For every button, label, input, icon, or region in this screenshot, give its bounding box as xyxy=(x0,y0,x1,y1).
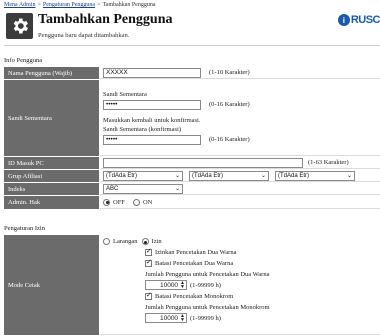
confirm-password-input[interactable]: ••••• xyxy=(103,134,201,145)
section-title-permissions: Pengaturan Izin xyxy=(4,225,45,232)
spinner-arrows-icon[interactable]: ▲ ▼ xyxy=(180,314,185,323)
password-label: Sandi Sementara xyxy=(4,80,100,156)
admin-on-radio[interactable]: ON xyxy=(132,198,153,206)
username-cell: XXXXX (1-10 Karakter) xyxy=(100,67,380,79)
mono-count-caption: Jumlah Pengguna untuk Pencetakan Monokro… xyxy=(145,304,270,311)
pc-id-label: ID Masuk PC xyxy=(4,157,100,169)
password-hint: (0-16 Karakter) xyxy=(209,101,250,108)
confirm-note: Masukkan kembali untuk konfirmasi. xyxy=(103,116,201,124)
username-label: Nama Pengguna (Wajib) xyxy=(4,67,100,79)
checkbox-checked-icon xyxy=(145,258,152,267)
radio-selected-icon xyxy=(141,238,149,245)
group-select-3[interactable]: (TdAda Etr) ⌄ xyxy=(275,170,355,181)
breadcrumb-separator: > xyxy=(97,2,101,8)
mono-count-line: 10000 ▲ ▼ (1-99999 h) xyxy=(103,313,221,323)
permission-table: Mode Cetak Larangan Izin Izinkan Penceta… xyxy=(4,235,380,336)
group-cell: (TdAda Etr) ⌄ (TdAda Etr) ⌄ (TdAda Etr) ⌄ xyxy=(100,170,380,182)
chevron-down-icon: ⌄ xyxy=(260,173,266,179)
confirm-caption: Sandi Sementara (konfirmasi) xyxy=(103,125,181,133)
radio-unselected-icon xyxy=(103,238,110,245)
allow-duo-label: Izinkan Pencetakan Dua Warna xyxy=(155,249,237,256)
password-cell: Sandi Sementara ••••• (0-16 Karakter) Ma… xyxy=(100,80,380,156)
duo-count-stepper[interactable]: 10000 ▲ ▼ xyxy=(145,280,187,290)
row-print-mode: Mode Cetak Larangan Izin Izinkan Penceta… xyxy=(4,235,380,336)
mono-count-value: 10000 xyxy=(159,314,179,322)
group-select-3-value: (TdAda Etr) xyxy=(278,172,310,179)
allow-duo-option[interactable]: Izinkan Pencetakan Dua Warna xyxy=(103,247,237,256)
admin-on-label: ON xyxy=(142,198,153,206)
group-select-2[interactable]: (TdAda Etr) ⌄ xyxy=(189,170,269,181)
index-select[interactable]: ABC ⌄ xyxy=(103,183,183,194)
print-mode-cell: Larangan Izin Izinkan Pencetakan Dua War… xyxy=(100,235,380,335)
row-password: Sandi Sementara Sandi Sementara ••••• (0… xyxy=(4,80,380,157)
gear-icon xyxy=(6,13,33,39)
section-title-info: Info Pengguna xyxy=(4,57,43,64)
allow-label: Izin xyxy=(151,238,162,245)
page-title: Tambahkan Pengguna xyxy=(38,12,173,27)
password-line: ••••• (0-16 Karakter) xyxy=(103,99,250,110)
duo-count-hint: (1-99999 h) xyxy=(190,281,221,289)
password-input[interactable]: ••••• xyxy=(103,99,201,110)
brand-mark-icon: i xyxy=(337,14,350,26)
chevron-down-icon: ⌄ xyxy=(174,186,180,192)
username-input[interactable]: XXXXX xyxy=(103,67,201,78)
mono-count-stepper[interactable]: 10000 ▲ ▼ xyxy=(145,313,187,323)
limit-mono-label: Batasi Pencetakan Monokrom xyxy=(155,293,234,300)
mono-count-hint: (1-99999 h) xyxy=(190,314,221,322)
pc-id-cell: (1-63 Karakter) xyxy=(100,157,380,169)
password-caption: Sandi Sementara xyxy=(103,90,147,98)
chevron-down-icon: ⌄ xyxy=(346,173,352,179)
admin-cell: OFF ON xyxy=(100,196,380,209)
breadcrumb: Mena Admin > Pengaturan Pengguna > Tambahkan… xyxy=(4,2,156,8)
pc-id-input[interactable] xyxy=(103,157,303,168)
group-select-1-value: (TdAda Etr) xyxy=(106,172,138,179)
breadcrumb-current: Tambahkan Pengguna xyxy=(102,2,156,8)
limit-duo-option[interactable]: Batasi Pencetakan Dua Warna xyxy=(103,258,234,267)
group-select-2-value: (TdAda Etr) xyxy=(192,172,224,179)
index-cell: ABC ⌄ xyxy=(100,183,380,195)
breadcrumb-link-user-settings[interactable]: Pengaturan Pengguna xyxy=(43,2,95,8)
restrict-radio[interactable]: Larangan xyxy=(103,238,138,245)
checkbox-checked-icon xyxy=(145,247,152,256)
brand-text: RUSC xyxy=(350,14,380,26)
username-hint: (1-10 Karakter) xyxy=(209,69,250,76)
admin-off-radio[interactable]: OFF xyxy=(103,198,125,206)
duo-count-caption: Jumlah Pengguna untuk Pencetakan Dua War… xyxy=(145,271,270,278)
radio-unselected-icon xyxy=(132,198,140,206)
print-mode-radios: Larangan Izin xyxy=(103,238,170,245)
admin-label: Admin. Hak xyxy=(4,196,100,209)
row-username: Nama Pengguna (Wajib) XXXXX (1-10 Karakt… xyxy=(4,67,380,80)
page-subtitle: Pengguna baru dapat ditambahkan. xyxy=(38,32,130,39)
print-mode-label: Mode Cetak xyxy=(4,235,100,335)
breadcrumb-link-admin[interactable]: Mena Admin xyxy=(4,2,36,8)
user-info-table: Nama Pengguna (Wajib) XXXXX (1-10 Karakt… xyxy=(4,67,380,210)
admin-off-label: OFF xyxy=(113,198,125,206)
brand-logo: i RUSC xyxy=(337,13,380,27)
index-label: Indeks xyxy=(4,183,100,195)
radio-selected-icon xyxy=(103,198,110,206)
chevron-down-icon: ⌄ xyxy=(174,173,180,179)
confirm-line: ••••• (0-16 Karakter) xyxy=(103,134,250,145)
row-index: Indeks ABC ⌄ xyxy=(4,183,380,196)
duo-count-value: 10000 xyxy=(159,281,179,289)
row-admin: Admin. Hak OFF ON xyxy=(4,196,380,210)
confirm-hint: (0-16 Karakter) xyxy=(209,136,250,143)
restrict-label: Larangan xyxy=(113,238,138,245)
index-select-value: ABC xyxy=(106,185,119,192)
group-label: Grup Afiliasi xyxy=(4,170,100,182)
breadcrumb-separator: > xyxy=(37,2,41,8)
pc-id-hint: (1-63 Karakter) xyxy=(308,159,349,166)
allow-radio[interactable]: Izin xyxy=(141,238,162,245)
duo-count-line: 10000 ▲ ▼ (1-99999 h) xyxy=(103,280,221,290)
limit-duo-label: Batasi Pencetakan Dua Warna xyxy=(155,260,234,267)
checkbox-checked-icon xyxy=(145,291,152,300)
group-select-1[interactable]: (TdAda Etr) ⌄ xyxy=(103,170,183,181)
row-pc-id: ID Masuk PC (1-63 Karakter) xyxy=(4,157,380,170)
limit-mono-option[interactable]: Batasi Pencetakan Monokrom xyxy=(103,291,234,300)
spinner-arrows-icon[interactable]: ▲ ▼ xyxy=(180,281,185,290)
row-group: Grup Afiliasi (TdAda Etr) ⌄ (TdAda Etr) ⌄ … xyxy=(4,170,380,183)
page-header: Tambahkan Pengguna Pengguna baru dapat d… xyxy=(4,11,380,46)
